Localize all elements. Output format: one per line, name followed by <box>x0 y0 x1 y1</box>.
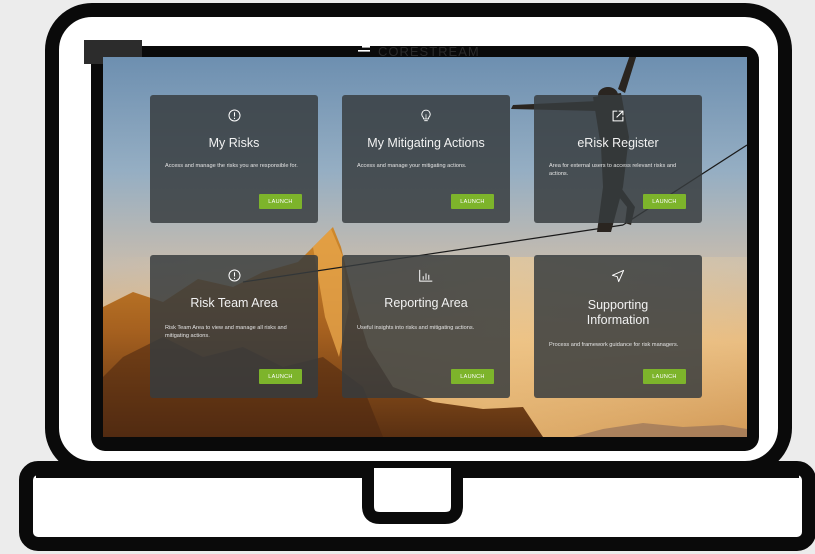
card-supporting-information: Supporting Information Process and frame… <box>534 255 702 398</box>
card-my-risks: My Risks Access and manage the risks you… <box>150 95 318 223</box>
card-description: Access and manage the risks you are resp… <box>165 163 298 169</box>
logo-mark-icon <box>358 46 370 52</box>
corestream-logo: CORESTREAM <box>352 43 492 58</box>
lightbulb-icon <box>421 109 431 122</box>
launch-button-my-mitigating-actions[interactable]: LAUNCH <box>451 194 494 209</box>
card-description: Process and framework guidance for risk … <box>549 342 679 348</box>
card-title: eRisk Register <box>577 136 659 150</box>
card-my-mitigating-actions: My Mitigating Actions Access and manage … <box>342 95 510 223</box>
launch-button-risk-team-area[interactable]: LAUNCH <box>259 369 302 384</box>
brand-name: CORESTREAM <box>378 44 480 58</box>
launch-button-supporting-information[interactable]: LAUNCH <box>643 369 686 384</box>
card-reporting-area: Reporting Area Useful insights into risk… <box>342 255 510 398</box>
card-title: My Mitigating Actions <box>367 136 485 150</box>
card-description: Useful insights into risks and mitigatin… <box>357 325 475 331</box>
card-title: Risk Team Area <box>190 296 278 310</box>
launch-button-my-risks[interactable]: LAUNCH <box>259 194 302 209</box>
launch-button-reporting-area[interactable]: LAUNCH <box>451 369 494 384</box>
external-link-icon <box>612 110 624 122</box>
card-erisk-register: eRisk Register Area for external users t… <box>534 95 702 223</box>
launch-button-erisk-register[interactable]: LAUNCH <box>643 194 686 209</box>
card-title: Supporting Information <box>586 298 650 327</box>
app-screen: My Risks Access and manage the risks you… <box>103 57 747 437</box>
card-title: Reporting Area <box>384 296 468 310</box>
bar-chart-icon <box>419 269 433 282</box>
send-arrow-icon <box>611 269 625 283</box>
card-description: Access and manage your mitigating action… <box>357 163 467 169</box>
alert-circle-icon <box>227 109 241 122</box>
card-risk-team-area: Risk Team Area Risk Team Area to view an… <box>150 255 318 398</box>
card-description: Risk Team Area to view and manage all ri… <box>165 325 287 339</box>
card-title: My Risks <box>208 136 260 150</box>
alert-circle-icon <box>227 269 241 282</box>
card-description: Area for external users to access releva… <box>549 163 677 177</box>
